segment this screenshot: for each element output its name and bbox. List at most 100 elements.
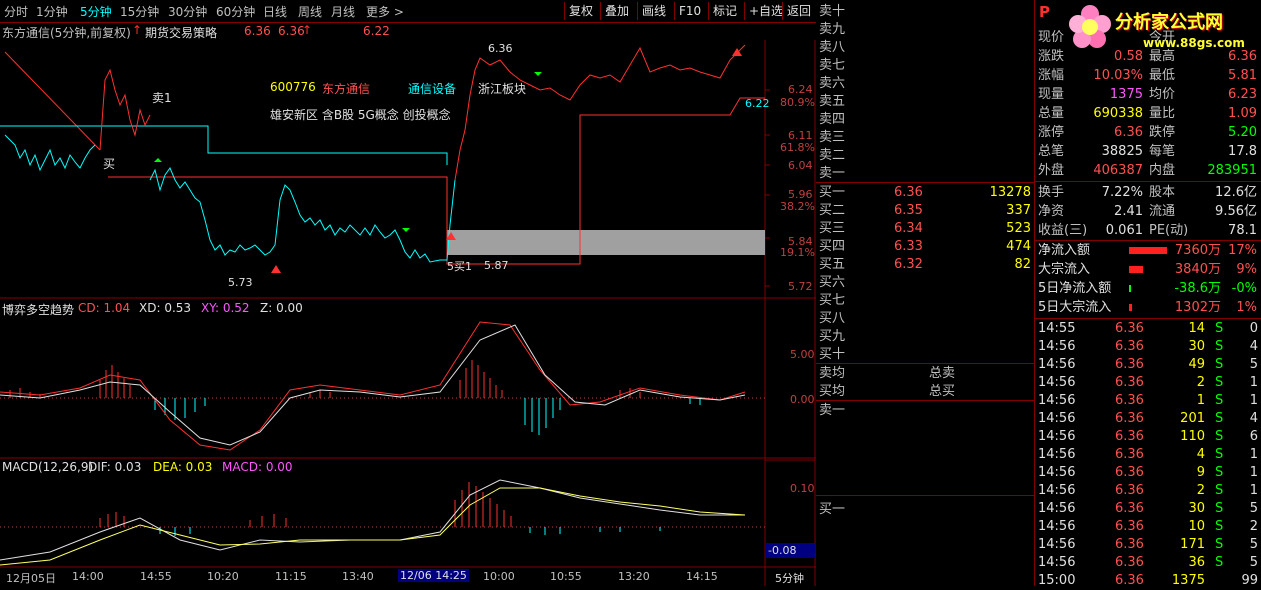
tick-row[interactable]: 14:56 6.36 49 S 5 xyxy=(1035,356,1261,374)
tick-count: 5 xyxy=(1249,537,1258,552)
order-row[interactable]: 买七 xyxy=(816,291,1035,310)
tick-price: 6.36 xyxy=(1115,573,1144,588)
order-row[interactable]: 卖八 xyxy=(816,38,1035,57)
order-row[interactable]: 卖五 xyxy=(816,92,1035,111)
period-tab-month[interactable]: 月线 xyxy=(331,3,355,20)
chart-area[interactable]: 600776 东方通信 通信设备 雄安新区 含B股 5G概念 创投概念 浙江板块… xyxy=(0,40,816,586)
sell1-label: 卖一 xyxy=(819,403,846,418)
period-tab-week[interactable]: 周线 xyxy=(298,3,322,20)
order-row[interactable]: 卖一 xyxy=(816,164,1035,183)
order-row[interactable]: 卖四 xyxy=(816,110,1035,129)
quote-label: 流通 xyxy=(1149,204,1176,219)
tick-row[interactable]: 14:56 6.36 30 S 4 xyxy=(1035,338,1261,356)
tick-row[interactable]: 14:56 6.36 110 S 6 xyxy=(1035,428,1261,446)
tick-row[interactable]: 14:56 6.36 2 S 1 xyxy=(1035,374,1261,392)
divider xyxy=(816,495,1035,496)
tick-row[interactable]: 14:56 6.36 36 S 5 xyxy=(1035,554,1261,572)
indicator1-name[interactable]: 博弈多空趋势 xyxy=(2,301,74,318)
order-row[interactable]: 买十 xyxy=(816,345,1035,364)
order-row[interactable]: 买六 xyxy=(816,273,1035,292)
period-tab-day[interactable]: 日线 xyxy=(263,3,287,20)
order-row[interactable]: 卖二 xyxy=(816,146,1035,165)
tick-row[interactable]: 14:56 6.36 10 S 2 xyxy=(1035,518,1261,536)
tick-list[interactable]: 14:55 6.36 14 S 0 14:56 6.36 30 S 4 14:56 6.36 49 S 5 1… xyxy=(1035,319,1261,588)
period-tab-15min[interactable]: 15分钟 xyxy=(120,3,159,20)
f10-button[interactable]: F10 xyxy=(674,2,705,20)
tick-row[interactable]: 15:00 6.36 1375 99 xyxy=(1035,572,1261,590)
add-watchlist-button[interactable]: +自选 xyxy=(744,2,787,20)
sell-orders: 卖十 卖九 卖八 卖七 卖六 卖五 卖四 卖三 卖二 卖一 xyxy=(816,0,1035,182)
tick-side: S xyxy=(1215,339,1224,354)
tick-price: 6.36 xyxy=(1115,483,1144,498)
tick-row[interactable]: 14:56 6.36 2 S 1 xyxy=(1035,482,1261,500)
period-tab-60min[interactable]: 60分钟 xyxy=(216,3,255,20)
order-row[interactable]: 买五 6.32 82 xyxy=(816,255,1035,274)
order-row[interactable]: 买三 6.34 523 xyxy=(816,219,1035,238)
quote-value: 1375 xyxy=(1109,87,1143,102)
quote-label: 今开 xyxy=(1149,30,1176,45)
tick-row[interactable]: 14:56 6.36 4 S 1 xyxy=(1035,446,1261,464)
period-indicator[interactable]: 5分钟 xyxy=(775,570,804,586)
order-row[interactable]: 买二 6.35 337 xyxy=(816,201,1035,220)
tick-time: 14:56 xyxy=(1038,447,1076,462)
back-button[interactable]: 返回 xyxy=(782,2,815,20)
tick-row[interactable]: 14:56 6.36 30 S 5 xyxy=(1035,500,1261,518)
price-axis-label: 6.04 xyxy=(788,159,813,172)
period-tab-fenshi[interactable]: 分时 xyxy=(4,3,28,20)
chart-title: 东方通信(5分钟,前复权) xyxy=(2,26,131,40)
overlay-button[interactable]: 叠加 xyxy=(600,2,633,20)
order-row[interactable]: 买九 xyxy=(816,327,1035,346)
macd-name[interactable]: MACD(12,26,9) xyxy=(2,460,93,474)
time-axis-label: 10:55 xyxy=(550,570,582,583)
tick-row[interactable]: 14:56 6.36 1 S 1 xyxy=(1035,392,1261,410)
tick-time: 14:56 xyxy=(1038,429,1076,444)
quote-value: 2.41 xyxy=(1114,204,1143,219)
tick-price: 6.36 xyxy=(1115,411,1144,426)
quote-value: 17.8 xyxy=(1228,144,1257,159)
quote-label: 每笔 xyxy=(1149,144,1176,159)
tick-volume: 49 xyxy=(1188,357,1205,372)
order-row[interactable]: 卖七 xyxy=(816,56,1035,75)
draw-line-button[interactable]: 画线 xyxy=(637,2,670,20)
fib-level-label: 38.2% xyxy=(780,200,815,213)
tick-row[interactable]: 14:56 6.36 201 S 4 xyxy=(1035,410,1261,428)
order-row[interactable]: 买四 6.33 474 xyxy=(816,237,1035,256)
tick-side: S xyxy=(1215,483,1224,498)
order-row[interactable]: 买八 xyxy=(816,309,1035,328)
tick-volume: 171 xyxy=(1180,537,1205,552)
order-row[interactable]: 卖三 xyxy=(816,128,1035,147)
period-tab-30min[interactable]: 30分钟 xyxy=(168,3,207,20)
quote-label: 均价 xyxy=(1149,87,1176,102)
order-row[interactable]: 卖九 xyxy=(816,20,1035,39)
time-axis-label: 14:55 xyxy=(140,570,172,583)
period-tab-more[interactable]: 更多 > xyxy=(366,3,404,20)
tick-time: 15:00 xyxy=(1038,573,1076,588)
tick-time: 14:56 xyxy=(1038,519,1076,534)
strategy-value-2: 6.36 xyxy=(278,24,305,38)
order-row[interactable]: 卖六 xyxy=(816,74,1035,93)
tick-row[interactable]: 14:56 6.36 9 S 1 xyxy=(1035,464,1261,482)
order-level-label: 卖七 xyxy=(819,58,846,73)
time-axis-label: 12月05日 xyxy=(6,572,56,585)
order-row[interactable]: 卖十 xyxy=(816,2,1035,21)
tick-row[interactable]: 14:56 6.36 171 S 5 xyxy=(1035,536,1261,554)
fib-level-label: 19.1% xyxy=(780,246,815,259)
tick-time: 14:56 xyxy=(1038,537,1076,552)
tick-side: S xyxy=(1215,465,1224,480)
order-level-label: 卖六 xyxy=(819,76,846,91)
flow-bar xyxy=(1129,247,1167,254)
quote-label: 现价 xyxy=(1038,30,1065,45)
tick-volume: 9 xyxy=(1196,465,1205,480)
mark-button[interactable]: 标记 xyxy=(708,2,741,20)
tick-count: 1 xyxy=(1249,393,1258,408)
quote-value: 406387 xyxy=(1093,163,1143,178)
time-axis-label: 10:20 xyxy=(207,570,239,583)
quote-panel: P 分析家公式网 www.88gs.com 现价 今开 涨跌 0.58 最高 6.36 … xyxy=(1035,0,1261,588)
adjust-button[interactable]: 复权 xyxy=(564,2,597,20)
order-row[interactable]: 买一 6.36 13278 xyxy=(816,183,1035,202)
tick-row[interactable]: 14:55 6.36 14 S 0 xyxy=(1035,320,1261,338)
period-tab-1min[interactable]: 1分钟 xyxy=(36,3,68,20)
flow-value: 7360万 xyxy=(1174,243,1221,258)
period-tab-5min[interactable]: 5分钟 xyxy=(80,3,112,20)
low-price-label: 5.73 xyxy=(228,276,253,289)
